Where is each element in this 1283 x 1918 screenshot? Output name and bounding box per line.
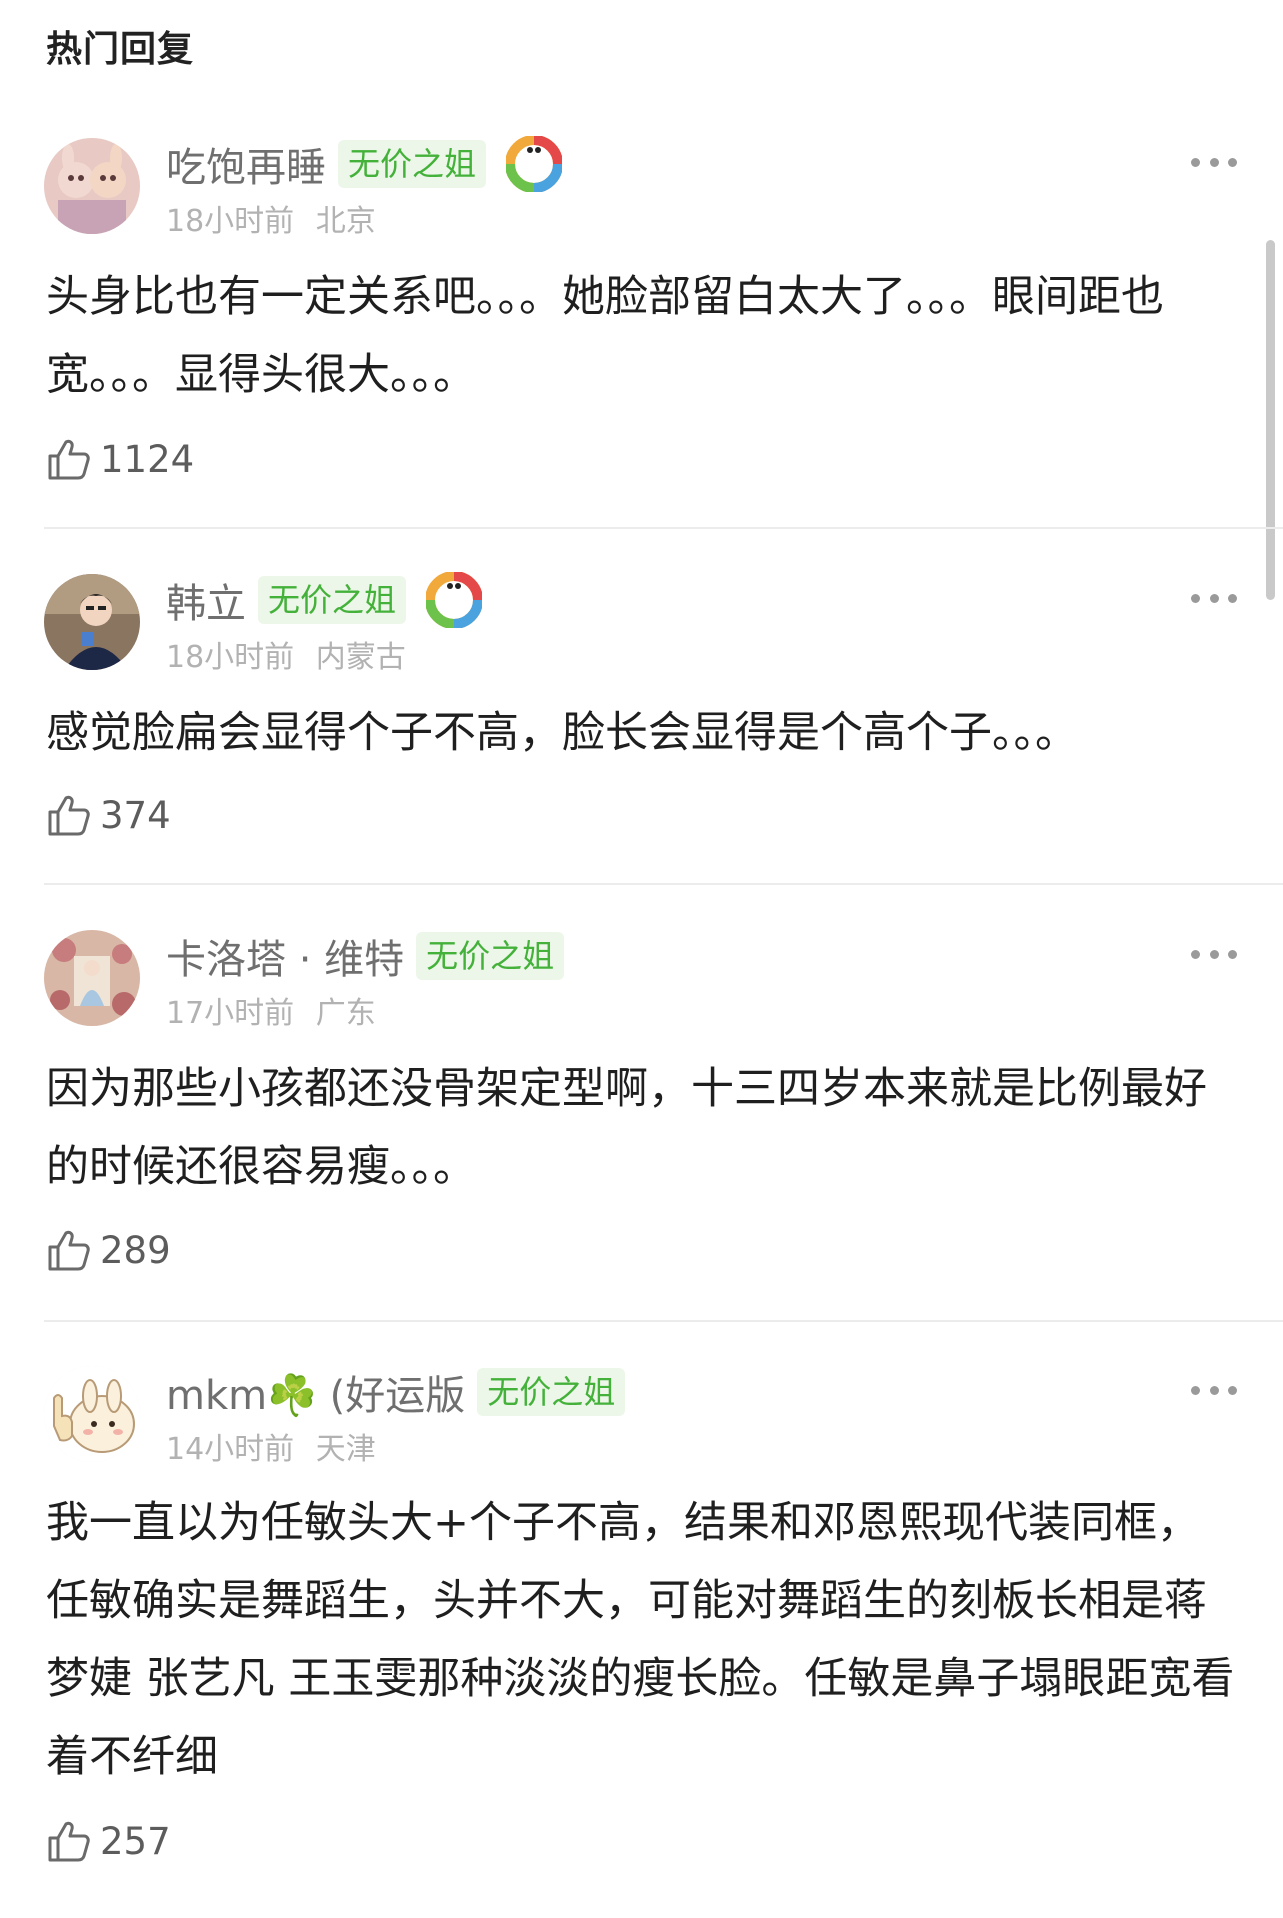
comment-meta: 18小时前 内蒙古: [166, 632, 406, 676]
like-count: 289: [100, 1228, 171, 1272]
like-button[interactable]: 1124: [46, 432, 194, 486]
comment-text: 感觉脸扁会显得个子不高，脸长会显得是个高个子。。。: [46, 708, 1078, 758]
like-count: 1124: [100, 437, 195, 481]
comment-location: 广东: [315, 996, 376, 1031]
divider: [44, 883, 1283, 885]
username[interactable]: 卡洛塔 · 维特: [166, 927, 404, 985]
comment-meta: 14小时前 天津: [166, 1424, 376, 1468]
thumbs-up-icon: [48, 1230, 90, 1271]
more-options-icon[interactable]: [1191, 1380, 1237, 1400]
fan-badge[interactable]: 无价之姐: [416, 932, 565, 980]
name-row: 卡洛塔 · 维特 无价之姐: [166, 927, 565, 985]
comment-text: 我一直以为任敏头大+个子不高，结果和邓恩熙现代装同框，任敏确实是舞蹈生，头并不大…: [46, 1498, 1235, 1782]
scrollbar[interactable]: [1266, 240, 1275, 600]
avatar[interactable]: [44, 930, 140, 1026]
comment-time: 17小时前: [166, 996, 295, 1031]
more-options-icon[interactable]: [1191, 152, 1237, 172]
fan-badge[interactable]: 无价之姐: [477, 1368, 626, 1416]
thumbs-up-icon: [48, 1821, 90, 1862]
username[interactable]: 韩立: [166, 571, 246, 629]
thumbs-up-icon: [48, 439, 90, 480]
name-row: 吃饱再睡 无价之姐: [166, 135, 563, 193]
comment-time: 18小时前: [166, 640, 295, 675]
comment-location: 天津: [315, 1432, 376, 1467]
section-title: 热门回复: [46, 29, 195, 70]
avatar[interactable]: [44, 138, 140, 234]
username[interactable]: 吃饱再睡: [166, 135, 326, 193]
name-row: mkm☘️ (好运版 无价之姐: [166, 1363, 626, 1421]
divider: [44, 527, 1283, 529]
comment-meta: 18小时前 北京: [166, 196, 376, 240]
divider: [44, 1320, 1283, 1322]
comment-location: 内蒙古: [315, 640, 406, 675]
username[interactable]: mkm☘️ (好运版: [166, 1363, 465, 1421]
comment-location: 北京: [315, 204, 376, 239]
like-count: 374: [100, 793, 171, 837]
thumbs-up-icon: [48, 795, 90, 836]
comment-text: 头身比也有一定关系吧。。。她脸部留白太大了。。。眼间距也宽。。。显得头很大。。。: [46, 272, 1164, 400]
like-button[interactable]: 374: [46, 788, 171, 842]
avatar[interactable]: [44, 574, 140, 670]
comment-time: 18小时前: [166, 204, 295, 239]
avatar[interactable]: [44, 1366, 140, 1462]
more-options-icon[interactable]: [1191, 944, 1237, 964]
fan-badge[interactable]: 无价之姐: [258, 576, 407, 624]
fan-badge[interactable]: 无价之姐: [338, 140, 487, 188]
like-button[interactable]: 257: [46, 1814, 171, 1868]
comment-text: 因为那些小孩都还没骨架定型啊，十三四岁本来就是比例最好的时候还很容易瘦。。。: [46, 1064, 1207, 1192]
comment-meta: 17小时前 广东: [166, 988, 376, 1032]
name-row: 韩立 无价之姐: [166, 571, 483, 629]
medal-icon: [426, 572, 483, 628]
like-count: 257: [100, 1819, 171, 1863]
like-button[interactable]: 289: [46, 1223, 171, 1277]
comment-time: 14小时前: [166, 1432, 295, 1467]
more-options-icon[interactable]: [1191, 588, 1237, 608]
medal-icon: [506, 136, 563, 192]
hot-replies-page: 热门回复 吃饱再睡 无价之姐 18小时前 北京 头身比也有一定关系吧。。。她脸部…: [0, 0, 1283, 1918]
